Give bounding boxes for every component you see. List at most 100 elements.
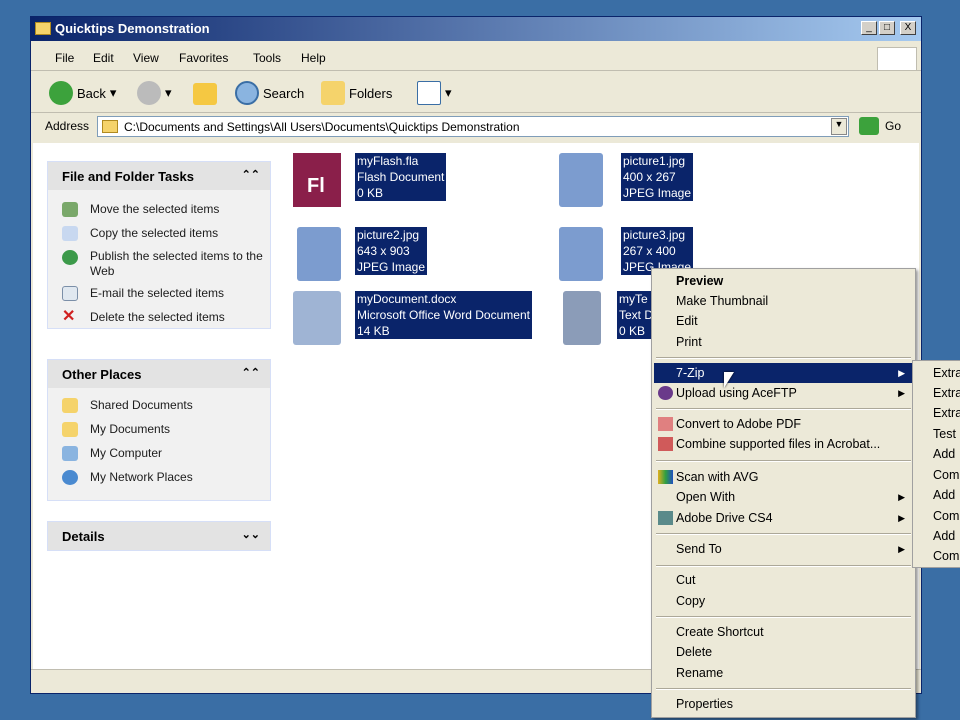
menu-item-rename[interactable]: Rename (654, 663, 913, 683)
task-delete[interactable]: ✕ Delete the selected items (48, 306, 270, 330)
menu-item-send-to[interactable]: Send To ▶ (654, 539, 913, 559)
maximize-button[interactable]: □ (879, 21, 895, 35)
7zip-submenu: Extra Extra Extra Test Add Comp Add Comp… (912, 360, 960, 568)
menu-item-upload-aceftp[interactable]: Upload using AceFTP ▶ (654, 383, 913, 403)
close-button[interactable]: X (900, 21, 916, 35)
menu-item-preview[interactable]: Preview (654, 271, 913, 291)
forward-button[interactable]: ▾ (137, 81, 172, 105)
folders-label: Folders (349, 85, 393, 101)
file-name: myTe (619, 292, 648, 306)
jpeg-icon (297, 227, 341, 281)
avg-icon (658, 470, 673, 484)
task-label: E-mail the selected items (90, 286, 225, 300)
menu-item-edit[interactable]: Edit (654, 311, 913, 331)
task-label: Publish the selected items to the Web (90, 249, 263, 278)
windows-logo-icon (877, 47, 917, 71)
task-copy[interactable]: Copy the selected items (48, 222, 270, 246)
menu-tools[interactable]: Tools (253, 51, 281, 65)
file-name: picture1.jpg (623, 154, 686, 168)
other-places-panel: Other Places ⌃⌃ Shared Documents My Docum… (47, 359, 271, 501)
dropdown-arrow-icon[interactable]: ▼ (831, 118, 847, 135)
submenu-item[interactable]: Comp (933, 546, 960, 566)
menu-label: Upload using AceFTP (676, 386, 797, 400)
file-name: myDocument.docx (357, 292, 457, 306)
submenu-item[interactable]: Add (933, 485, 955, 505)
file-type: Text D (619, 308, 654, 322)
menu-item-make-thumbnail[interactable]: Make Thumbnail (654, 291, 913, 311)
window-title: Quicktips Demonstration (55, 21, 210, 36)
back-button[interactable]: Back ▾ (49, 81, 116, 105)
back-arrow-icon (49, 81, 73, 105)
file-dimensions: 400 x 267 (623, 170, 676, 184)
menu-file[interactable]: File (55, 51, 74, 65)
menu-label: Open With (676, 490, 736, 504)
menu-item-convert-pdf[interactable]: Convert to Adobe PDF (654, 414, 913, 434)
collapse-icon[interactable]: ⌃⌃ (242, 366, 260, 379)
address-input[interactable]: C:\Documents and Settings\All Users\Docu… (97, 116, 849, 137)
menu-view[interactable]: View (133, 51, 159, 65)
toolbar: Back ▾ ▾ Search Folders ▾ (31, 73, 921, 113)
menu-item-print[interactable]: Print (654, 332, 913, 352)
file-name: picture2.jpg (357, 228, 420, 242)
expand-icon[interactable]: ⌄⌄ (242, 528, 260, 541)
file-dimensions: 267 x 400 (623, 244, 676, 258)
aceftp-icon (658, 386, 673, 400)
task-pane: File and Folder Tasks ⌃⌃ Move the selecte… (33, 143, 283, 669)
place-shared-documents[interactable]: Shared Documents (48, 394, 270, 418)
panel-title: Other Places (62, 367, 142, 382)
menu-item-properties[interactable]: Properties (654, 694, 913, 714)
submenu-item[interactable]: Extra (933, 363, 960, 383)
menu-item-open-with[interactable]: Open With ▶ (654, 487, 913, 507)
up-folder-icon[interactable] (193, 83, 217, 105)
menu-item-delete[interactable]: Delete (654, 642, 913, 662)
panel-header[interactable]: Other Places ⌃⌃ (48, 360, 270, 388)
menu-label: Send To (676, 542, 722, 556)
menu-item-combine-acrobat[interactable]: Combine supported files in Acrobat... (654, 434, 913, 454)
menu-item-7zip[interactable]: 7-Zip ▶ (654, 363, 913, 383)
menu-item-adobe-drive[interactable]: Adobe Drive CS4 ▶ (654, 508, 913, 528)
submenu-item[interactable]: Add (933, 526, 955, 546)
menu-help[interactable]: Help (301, 51, 326, 65)
task-email[interactable]: E-mail the selected items (48, 282, 270, 306)
submenu-item[interactable]: Add (933, 444, 955, 464)
menu-favorites[interactable]: Favorites (179, 51, 228, 65)
panel-header[interactable]: Details ⌄⌄ (48, 522, 270, 550)
menu-item-cut[interactable]: Cut (654, 570, 913, 590)
submenu-item[interactable]: Test (933, 424, 956, 444)
submenu-item[interactable]: Extra (933, 383, 960, 403)
submenu-item[interactable]: Comp (933, 465, 960, 485)
search-button[interactable]: Search (235, 81, 304, 105)
separator (656, 688, 911, 690)
search-icon (235, 81, 259, 105)
menu-item-copy[interactable]: Copy (654, 591, 913, 611)
task-move[interactable]: Move the selected items (48, 198, 270, 222)
go-button[interactable]: Go (859, 117, 901, 135)
pdf-icon (658, 417, 673, 431)
place-my-documents[interactable]: My Documents (48, 418, 270, 442)
place-my-network[interactable]: My Network Places (48, 466, 270, 490)
folders-button[interactable]: Folders (321, 81, 392, 105)
menu-label: Convert to Adobe PDF (676, 417, 802, 431)
submenu-item[interactable]: Comp (933, 506, 960, 526)
title-bar[interactable]: Quicktips Demonstration (31, 17, 921, 41)
submenu-arrow-icon: ▶ (898, 513, 905, 523)
views-button[interactable]: ▾ (417, 81, 452, 105)
task-publish[interactable]: Publish the selected items to the Web (48, 246, 270, 282)
flash-icon: Fl (293, 153, 341, 207)
menu-item-scan-avg[interactable]: Scan with AVG (654, 467, 913, 487)
menu-edit[interactable]: Edit (93, 51, 114, 65)
place-my-computer[interactable]: My Computer (48, 442, 270, 466)
acrobat-combine-icon (658, 437, 673, 451)
place-label: My Documents (90, 422, 171, 436)
menu-item-create-shortcut[interactable]: Create Shortcut (654, 622, 913, 642)
forward-arrow-icon (137, 81, 161, 105)
file-type: JPEG Image (623, 186, 692, 200)
minimize-button[interactable]: _ (861, 21, 877, 35)
file-size: 0 KB (357, 186, 384, 200)
collapse-icon[interactable]: ⌃⌃ (242, 168, 260, 181)
move-icon (62, 202, 78, 217)
submenu-arrow-icon: ▶ (898, 388, 905, 398)
panel-header[interactable]: File and Folder Tasks ⌃⌃ (48, 162, 270, 190)
file-size: 0 KB (619, 324, 646, 338)
submenu-item[interactable]: Extra (933, 403, 960, 423)
